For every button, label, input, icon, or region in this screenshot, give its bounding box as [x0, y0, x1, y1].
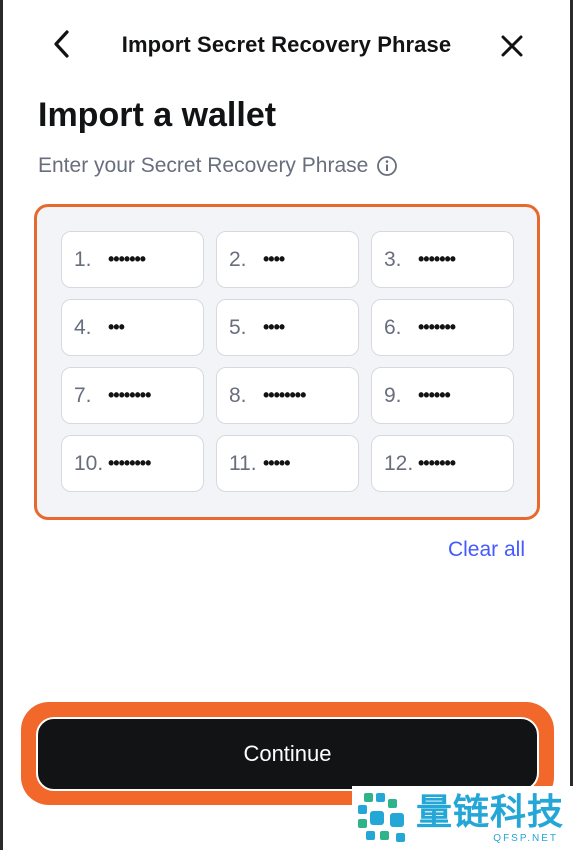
- recovery-phrase-box: 1. ••••••• 2. •••• 3. ••••••• 4. ••• 5. •••• 6. •••…: [34, 204, 540, 520]
- frame-edge-left: [0, 0, 3, 850]
- clear-all-link[interactable]: Clear all: [448, 538, 525, 562]
- watermark-text: 量链科技 QFSP.NET: [416, 791, 565, 844]
- word-grid: 1. ••••••• 2. •••• 3. ••••••• 4. ••• 5. •••• 6. •••…: [61, 231, 514, 492]
- word-input-12[interactable]: 12. •••••••: [371, 435, 514, 492]
- word-index: 8.: [229, 383, 247, 407]
- continue-button[interactable]: Continue: [36, 717, 539, 791]
- word-index: 12.: [384, 451, 414, 475]
- word-value: •••••••: [418, 453, 456, 473]
- word-value: •••••••: [418, 317, 456, 337]
- page-title: Import a wallet: [38, 96, 277, 134]
- word-index: 5.: [229, 315, 247, 339]
- word-index: 7.: [74, 383, 92, 407]
- word-value: ••••••••: [108, 453, 151, 473]
- word-index: 9.: [384, 383, 402, 407]
- word-value: ••••: [263, 249, 285, 269]
- watermark-en: QFSP.NET: [493, 832, 559, 844]
- word-value: ••••••••: [263, 385, 306, 405]
- word-value: •••••••: [418, 249, 456, 269]
- word-index: 10.: [74, 451, 104, 475]
- word-value: •••••: [263, 453, 290, 473]
- word-input-6[interactable]: 6. •••••••: [371, 299, 514, 356]
- header: Import Secret Recovery Phrase: [0, 0, 573, 92]
- word-input-1[interactable]: 1. •••••••: [61, 231, 204, 288]
- word-index: 2.: [229, 247, 247, 271]
- word-value: ••••: [263, 317, 285, 337]
- word-index: 4.: [74, 315, 92, 339]
- close-button[interactable]: [492, 26, 532, 66]
- word-value: •••••••: [108, 249, 146, 269]
- word-input-8[interactable]: 8. ••••••••: [216, 367, 359, 424]
- word-input-7[interactable]: 7. ••••••••: [61, 367, 204, 424]
- word-input-2[interactable]: 2. ••••: [216, 231, 359, 288]
- watermark-logo-icon: [358, 793, 405, 842]
- word-index: 11.: [229, 451, 257, 475]
- watermark-cn: 量链科技: [416, 791, 565, 833]
- close-icon: [501, 35, 523, 57]
- header-title: Import Secret Recovery Phrase: [121, 32, 452, 57]
- word-value: •••: [108, 317, 125, 337]
- word-input-9[interactable]: 9. ••••••: [371, 367, 514, 424]
- word-index: 3.: [384, 247, 402, 271]
- word-input-4[interactable]: 4. •••: [61, 299, 204, 356]
- word-input-3[interactable]: 3. •••••••: [371, 231, 514, 288]
- subtitle-row: Enter your Secret Recovery Phrase: [38, 154, 398, 178]
- word-value: ••••••••: [108, 385, 151, 405]
- word-input-10[interactable]: 10. ••••••••: [61, 435, 204, 492]
- word-input-5[interactable]: 5. ••••: [216, 299, 359, 356]
- word-index: 1.: [74, 247, 92, 271]
- word-index: 6.: [384, 315, 402, 339]
- word-input-11[interactable]: 11. •••••: [216, 435, 359, 492]
- subtitle: Enter your Secret Recovery Phrase: [38, 154, 369, 177]
- watermark: 量链科技 QFSP.NET: [352, 786, 573, 850]
- word-value: ••••••: [418, 385, 451, 405]
- info-icon[interactable]: [376, 155, 398, 177]
